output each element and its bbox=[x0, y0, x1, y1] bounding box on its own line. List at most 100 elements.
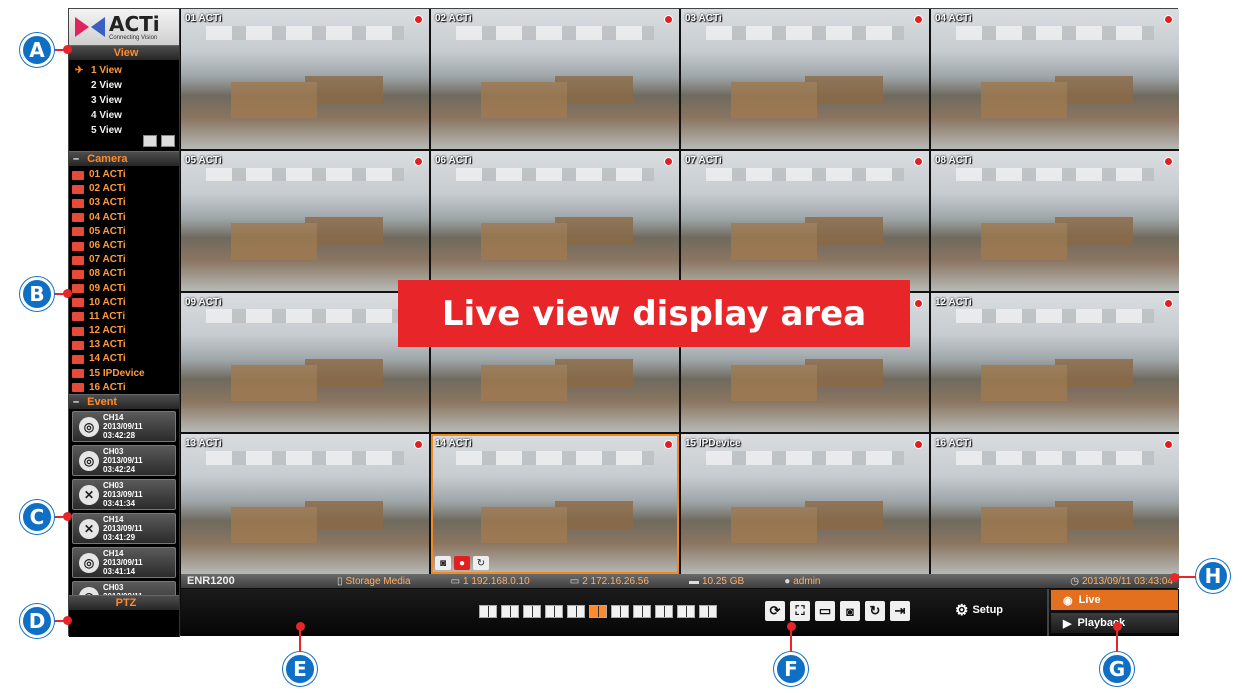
monitor-icon: ▭ bbox=[450, 575, 461, 587]
layout-13-icon[interactable] bbox=[655, 605, 673, 618]
event-channel: CH14 bbox=[103, 549, 124, 558]
callout-anchor bbox=[1170, 573, 1179, 582]
live-mode-button[interactable]: ◉ Live bbox=[1051, 590, 1178, 610]
layout-2-icon[interactable] bbox=[501, 605, 519, 618]
layout-9-icon[interactable] bbox=[611, 605, 629, 618]
event-item[interactable]: ◎ CH14 2013/09/11 03:42:28 bbox=[72, 411, 176, 442]
recording-indicator-icon bbox=[914, 156, 923, 166]
camera-list-item[interactable]: 13 ACTi bbox=[72, 338, 179, 352]
view-item-3[interactable]: 3 View bbox=[75, 93, 179, 108]
event-time: 03:41:34 bbox=[103, 499, 136, 508]
camera-list-item[interactable]: 01 ACTi bbox=[72, 168, 179, 182]
event-item[interactable]: ✕ CH14 2013/09/11 03:41:29 bbox=[72, 513, 176, 544]
tile-label: 14 ACTi bbox=[435, 438, 472, 450]
storage-label: Storage Media bbox=[345, 575, 411, 587]
event-item[interactable]: ◎ CH03 2013/09/11 03:42:24 bbox=[72, 445, 176, 476]
camera-tile[interactable]: 06 ACTi bbox=[431, 150, 679, 291]
view-header-label: View bbox=[113, 47, 139, 59]
snapshot-icon[interactable]: ◙ bbox=[435, 556, 451, 570]
event-section-header[interactable]: – Event bbox=[69, 394, 179, 409]
layout-1-icon[interactable] bbox=[479, 605, 497, 618]
event-list: ◎ CH14 2013/09/11 03:42:28 ◎ CH03 2013/09/11 03… bbox=[69, 409, 179, 595]
camera-tile[interactable]: 08 ACTi bbox=[931, 150, 1179, 291]
refresh-icon[interactable]: ↻ bbox=[865, 601, 885, 621]
nvr-client-window: ACTi Connecting Vision View ✈ 1 View 2 Vi… bbox=[68, 8, 1179, 637]
event-item[interactable]: ◎CH032013/09/1103:41:10 bbox=[72, 581, 176, 595]
layout-25-icon[interactable] bbox=[699, 605, 717, 618]
camera-list-item[interactable]: 10 ACTi bbox=[72, 296, 179, 310]
view-item-2[interactable]: 2 View bbox=[75, 78, 179, 93]
layout-16-icon[interactable] bbox=[589, 605, 607, 618]
live-view-banner: Live view display area bbox=[398, 280, 910, 347]
camera-tile[interactable]: 05 ACTi bbox=[181, 150, 429, 291]
event-date: 2013/09/11 bbox=[103, 558, 143, 567]
delete-view-icon[interactable] bbox=[161, 135, 175, 147]
edit-view-icon[interactable] bbox=[143, 135, 157, 147]
camera-tile[interactable]: 03 ACTi bbox=[681, 9, 929, 149]
layout-6-icon[interactable] bbox=[545, 605, 563, 618]
snapshot-icon[interactable]: ◙ bbox=[840, 601, 860, 621]
camera-tile[interactable]: 14 ACTi ◙ ● ↻ bbox=[431, 434, 679, 574]
fullscreen-icon[interactable]: ⛶ bbox=[790, 601, 810, 621]
camera-label: 14 ACTi bbox=[89, 353, 126, 365]
camera-list-item[interactable]: 08 ACTi bbox=[72, 267, 179, 281]
clock-icon: ◷ bbox=[1070, 575, 1079, 587]
event-item[interactable]: ✕ CH03 2013/09/11 03:41:34 bbox=[72, 479, 176, 510]
camera-tile[interactable]: 01 ACTi bbox=[181, 9, 429, 149]
ptz-section-header[interactable]: PTZ bbox=[69, 595, 179, 610]
camera-icon bbox=[72, 326, 84, 336]
callout-anchor bbox=[787, 622, 796, 631]
camera-label: 03 ACTi bbox=[89, 197, 126, 209]
camera-list-item[interactable]: 09 ACTi bbox=[72, 282, 179, 296]
camera-list-item[interactable]: 05 ACTi bbox=[72, 225, 179, 239]
view-section-header[interactable]: View bbox=[69, 45, 179, 60]
camera-list-item[interactable]: 04 ACTi bbox=[72, 211, 179, 225]
camera-list-item[interactable]: 15 IPDevice bbox=[72, 367, 179, 381]
monitor-icon[interactable]: ▭ bbox=[815, 601, 835, 621]
layout-10-icon[interactable] bbox=[633, 605, 651, 618]
camera-tile[interactable]: 16 ACTi bbox=[931, 434, 1179, 574]
camera-tile[interactable]: 09 ACTi bbox=[181, 292, 429, 433]
setup-button[interactable]: ⚙ Setup bbox=[955, 601, 1003, 619]
camera-list-item[interactable]: 16 ACTi bbox=[72, 381, 179, 395]
camera-tile[interactable]: 13 ACTi bbox=[181, 434, 429, 574]
event-date: 2013/09/11 bbox=[103, 422, 143, 431]
toolbar-divider bbox=[1047, 589, 1049, 636]
recording-indicator-icon bbox=[1164, 15, 1173, 24]
event-channel: CH03 bbox=[103, 583, 124, 592]
event-date: 2013/09/11 bbox=[103, 592, 143, 595]
camera-section-header[interactable]: – Camera bbox=[69, 151, 179, 166]
record-icon[interactable]: ● bbox=[454, 556, 470, 570]
view-item-1[interactable]: ✈ 1 View bbox=[75, 63, 179, 78]
camera-tile[interactable]: 02 ACTi bbox=[431, 9, 679, 149]
camera-label: 13 ACTi bbox=[89, 339, 126, 351]
camera-list-item[interactable]: 02 ACTi bbox=[72, 182, 179, 196]
camera-list-item[interactable]: 07 ACTi bbox=[72, 253, 179, 267]
camera-list-item[interactable]: 06 ACTi bbox=[72, 239, 179, 253]
camera-list-item[interactable]: 12 ACTi bbox=[72, 324, 179, 338]
camera-tile[interactable]: 07 ACTi bbox=[681, 150, 929, 291]
camera-icon bbox=[72, 213, 84, 223]
layout-8-icon[interactable] bbox=[567, 605, 585, 618]
camera-tile[interactable]: 12 ACTi bbox=[931, 292, 1179, 433]
tile-label: 08 ACTi bbox=[935, 154, 972, 166]
tile-label: 12 ACTi bbox=[935, 296, 972, 308]
logout-icon[interactable]: ⇥ bbox=[890, 601, 910, 621]
view-item-4[interactable]: 4 View bbox=[75, 108, 179, 123]
event-date: 2013/09/11 bbox=[103, 524, 143, 533]
tile-label: 07 ACTi bbox=[685, 154, 722, 166]
camera-icon bbox=[72, 340, 84, 350]
camera-list-item[interactable]: 14 ACTi bbox=[72, 352, 179, 366]
camera-header-label: Camera bbox=[87, 153, 128, 165]
camera-tile[interactable]: 04 ACTi bbox=[931, 9, 1179, 149]
camera-tile[interactable]: 15 IPDevice bbox=[681, 434, 929, 574]
datetime-label: 2013/09/11 03:43:04 bbox=[1081, 575, 1173, 587]
event-item[interactable]: ◎ CH14 2013/09/11 03:41:14 bbox=[72, 547, 176, 578]
camera-list-item[interactable]: 11 ACTi bbox=[72, 310, 179, 324]
camera-list-item[interactable]: 03 ACTi bbox=[72, 196, 179, 210]
callout-a: A bbox=[20, 33, 54, 67]
layout-4-icon[interactable] bbox=[523, 605, 541, 618]
patrol-icon[interactable]: ⟳ bbox=[765, 601, 785, 621]
refresh-icon[interactable]: ↻ bbox=[473, 556, 489, 570]
layout-20-icon[interactable] bbox=[677, 605, 695, 618]
